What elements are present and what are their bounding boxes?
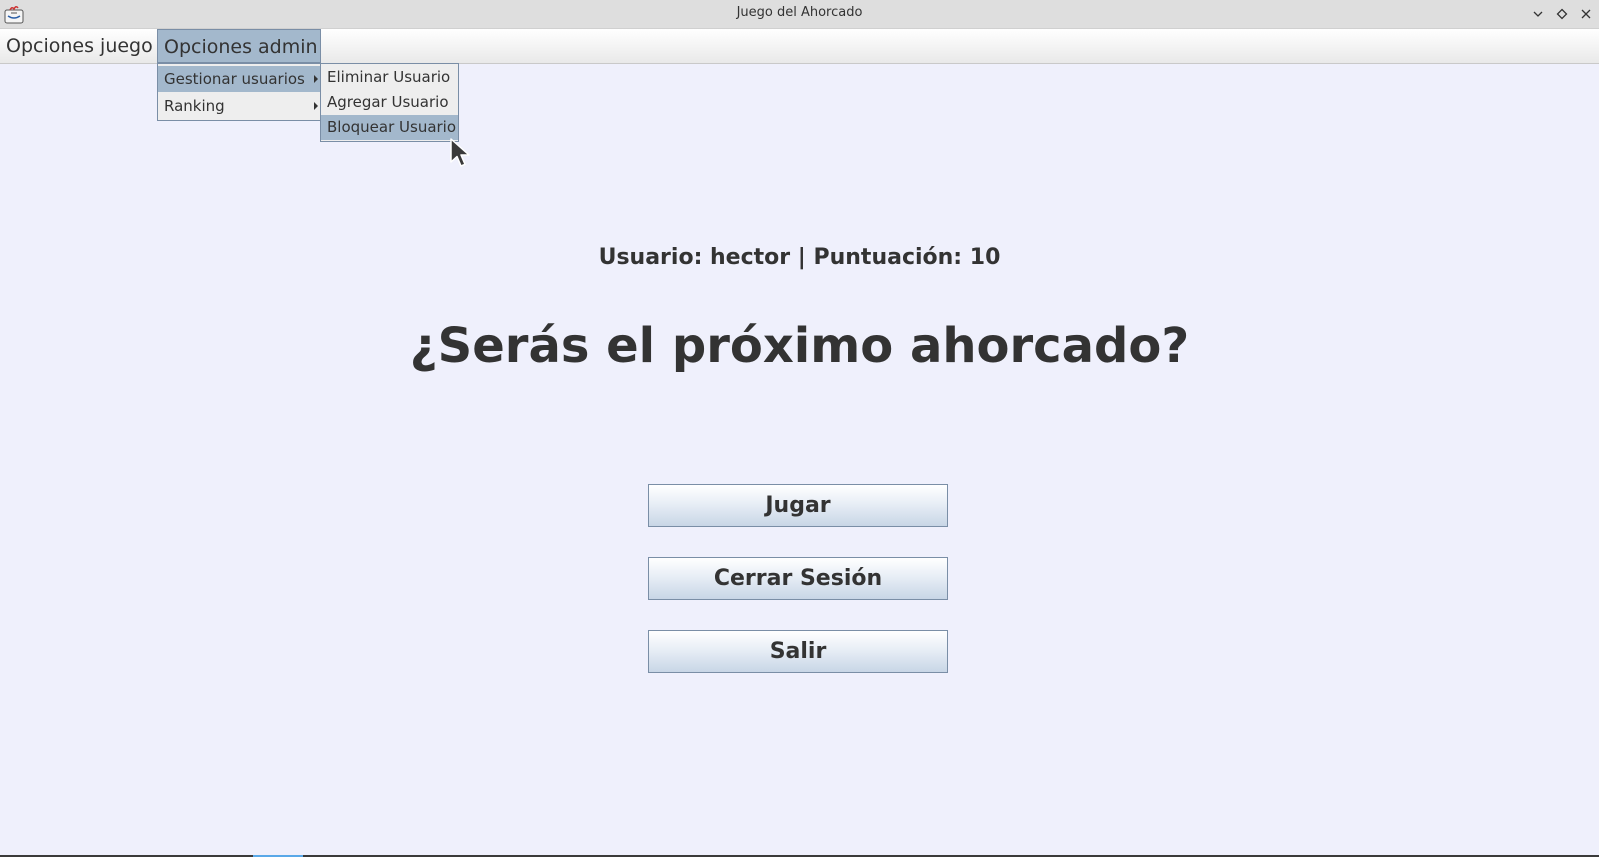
menu-item-gestionar-usuarios[interactable]: Gestionar usuarios <box>158 66 320 92</box>
logout-button[interactable]: Cerrar Sesión <box>648 557 948 600</box>
submenu-arrow-icon <box>314 75 318 83</box>
menu-item-agregar-usuario[interactable]: Agregar Usuario <box>321 90 458 115</box>
window-titlebar: Juego del Ahorcado <box>0 0 1599 29</box>
play-button[interactable]: Jugar <box>648 484 948 527</box>
minimize-icon[interactable] <box>1528 4 1548 24</box>
exit-button[interactable]: Salir <box>648 630 948 673</box>
menu-item-eliminar-usuario[interactable]: Eliminar Usuario <box>321 65 458 90</box>
menu-item-ranking[interactable]: Ranking <box>158 93 320 119</box>
menu-item-bloquear-usuario[interactable]: Bloquear Usuario <box>321 115 458 140</box>
menu-opciones-admin[interactable]: Opciones admin <box>157 29 321 63</box>
menu-item-label: Ranking <box>164 97 225 115</box>
admin-menu-popup: Gestionar usuarios Ranking <box>157 63 321 121</box>
close-icon[interactable] <box>1576 4 1596 24</box>
page-headline: ¿Serás el próximo ahorcado? <box>409 318 1190 374</box>
menu-opciones-juego[interactable]: Opciones juego <box>0 29 156 63</box>
menubar: Opciones juego Opciones admin <box>0 29 1599 64</box>
mouse-cursor-icon <box>450 138 470 167</box>
menu-item-label: Gestionar usuarios <box>164 70 305 88</box>
maximize-icon[interactable] <box>1552 4 1572 24</box>
users-submenu-popup: Eliminar Usuario Agregar Usuario Bloquea… <box>320 63 459 142</box>
window-title: Juego del Ahorcado <box>736 5 863 20</box>
user-score-label: Usuario: hector | Puntuación: 10 <box>598 245 1001 270</box>
submenu-arrow-icon <box>314 102 318 110</box>
